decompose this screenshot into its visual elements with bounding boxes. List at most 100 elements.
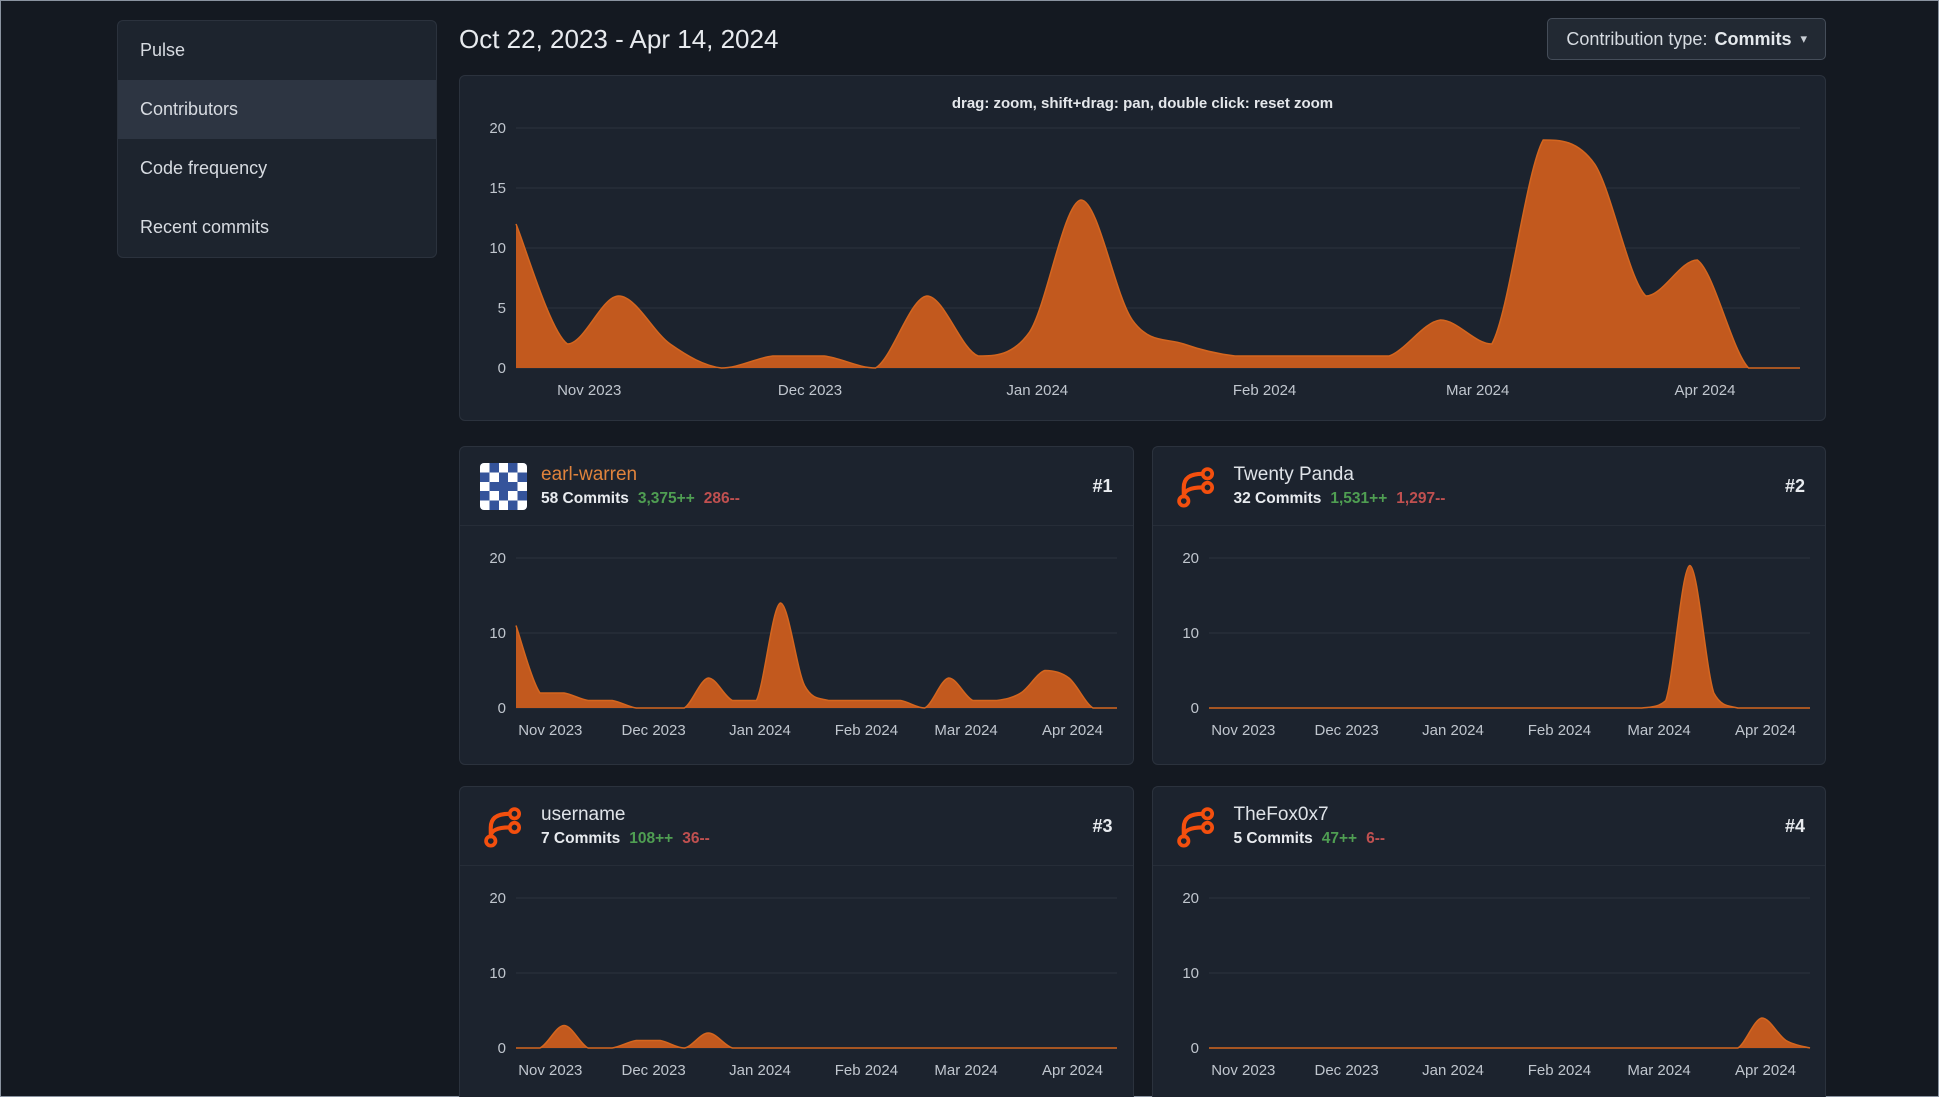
svg-text:Dec 2023: Dec 2023 [1314,1062,1378,1079]
svg-text:Jan 2024: Jan 2024 [1422,722,1484,739]
contributor-identity: Twenty Panda 32 Commits 1,531++ 1,297-- [1234,464,1446,508]
commits-count: 58 Commits [541,490,629,507]
svg-text:Jan 2024: Jan 2024 [729,722,791,739]
svg-text:Feb 2024: Feb 2024 [1233,382,1296,399]
svg-text:5: 5 [498,300,506,317]
svg-text:Mar 2024: Mar 2024 [934,1062,997,1079]
contributor-stats: 58 Commits 3,375++ 286-- [541,490,740,508]
svg-text:10: 10 [489,240,506,257]
contributor-avatar[interactable] [480,803,527,850]
additions-count: 3,375++ [637,490,695,507]
svg-text:Apr 2024: Apr 2024 [1042,1062,1103,1079]
nav-item-contributors[interactable]: Contributors [118,80,436,139]
date-range-title: Oct 22, 2023 - Apr 14, 2024 [459,23,779,54]
contributor-card-header: TheFox0x7 5 Commits 47++ 6-- #4 [1152,787,1825,866]
contributor-avatar[interactable] [480,462,527,510]
contributor-name: Twenty Panda [1233,464,1354,485]
svg-text:20: 20 [489,890,506,907]
main-content: Oct 22, 2023 - Apr 14, 2024 Contribution… [459,1,1826,1097]
svg-text:Mar 2024: Mar 2024 [1627,1062,1690,1079]
contributor-name: TheFox0x7 [1233,804,1329,825]
svg-text:Mar 2024: Mar 2024 [934,722,997,739]
rank-badge: #1 [1092,475,1113,496]
contributor-avatar[interactable] [1173,463,1220,510]
additions-count: 108++ [629,830,674,847]
svg-text:Feb 2024: Feb 2024 [1527,1062,1590,1079]
contributor-avatar[interactable] [1173,803,1220,850]
overall-activity-chart[interactable]: 0 5 10 15 20 Nov 2023 Dec 2023 Jan 2024 Feb 2024… [460,120,1825,420]
contributor-activity-chart[interactable]: 0 10 20 Nov 2023 Dec 2023 Jan 2024 Feb 2024 Mar… [460,526,1133,763]
chevron-down-icon: ▾ [1800,31,1807,46]
contributor-card: earl-warren 58 Commits 3,375++ 286-- #1 … [459,446,1134,765]
svg-text:Jan 2024: Jan 2024 [729,1062,791,1079]
svg-text:Feb 2024: Feb 2024 [835,722,898,739]
nav-item-pulse[interactable]: Pulse [118,21,436,80]
contributor-name: username [541,804,626,825]
contributor-activity-chart[interactable]: 0 10 20 Nov 2023 Dec 2023 Jan 2024 Feb 2024 Mar… [460,866,1133,1097]
contribution-type-dropdown[interactable]: Contribution type: Commits ▾ [1547,18,1826,60]
svg-text:10: 10 [489,965,506,982]
deletions-count: 1,297-- [1396,490,1446,507]
contributor-activity-chart[interactable]: 0 10 20 Nov 2023 Dec 2023 Jan 2024 Feb 2024 Mar… [1153,866,1826,1097]
svg-text:20: 20 [1182,890,1199,907]
chart-zoom-hint: drag: zoom, shift+drag: pan, double clic… [951,94,1334,112]
commits-count: 5 Commits [1233,830,1313,847]
nav-item-recent-commits[interactable]: Recent commits [118,198,436,257]
svg-text:Nov 2023: Nov 2023 [518,1062,582,1079]
svg-text:Jan 2024: Jan 2024 [1422,1062,1484,1079]
svg-text:Feb 2024: Feb 2024 [835,1062,898,1079]
svg-text:10: 10 [1182,625,1199,642]
svg-text:20: 20 [1182,550,1199,567]
contributor-card: username 7 Commits 108++ 36-- #3 0 10 20 No… [459,786,1134,1097]
repo-activity-contributors-page: Pulse Contributors Code frequency Recent… [0,0,1939,1097]
contributor-identity: username 7 Commits 108++ 36-- [541,804,710,848]
activity-nav: Pulse Contributors Code frequency Recent… [117,20,437,258]
svg-text:Dec 2023: Dec 2023 [621,1062,685,1079]
svg-text:0: 0 [498,1040,506,1057]
contributor-identity: TheFox0x7 5 Commits 47++ 6-- [1234,804,1386,848]
svg-text:0: 0 [498,360,506,377]
contributor-card-header: Twenty Panda 32 Commits 1,531++ 1,297-- … [1152,447,1825,526]
svg-text:Dec 2023: Dec 2023 [621,722,685,739]
additions-count: 1,531++ [1330,490,1388,507]
contributor-card: Twenty Panda 32 Commits 1,531++ 1,297-- … [1151,446,1826,765]
contributor-card-header: username 7 Commits 108++ 36-- #3 [460,787,1133,866]
svg-text:Nov 2023: Nov 2023 [557,382,621,399]
svg-text:10: 10 [1182,965,1199,982]
deletions-count: 286-- [703,490,740,507]
svg-text:0: 0 [1190,700,1198,717]
contributor-cards-grid: earl-warren 58 Commits 3,375++ 286-- #1 … [459,446,1826,1097]
contribution-type-label: Contribution type: [1566,28,1708,49]
svg-text:10: 10 [489,625,506,642]
commits-count: 7 Commits [541,830,621,847]
svg-text:Mar 2024: Mar 2024 [1446,382,1509,399]
additions-count: 47++ [1321,830,1358,847]
svg-text:20: 20 [489,122,506,137]
contributor-identity: earl-warren 58 Commits 3,375++ 286-- [541,464,740,508]
svg-text:Apr 2024: Apr 2024 [1735,1062,1796,1079]
contributor-card: TheFox0x7 5 Commits 47++ 6-- #4 0 10 20 Nov… [1151,786,1826,1097]
overall-activity-card: drag: zoom, shift+drag: pan, double clic… [459,75,1826,421]
svg-text:0: 0 [1190,1040,1198,1057]
svg-text:Apr 2024: Apr 2024 [1675,382,1736,399]
svg-text:Nov 2023: Nov 2023 [1211,1062,1275,1079]
commits-count: 32 Commits [1233,490,1322,507]
svg-text:Nov 2023: Nov 2023 [1211,722,1275,739]
svg-text:Apr 2024: Apr 2024 [1042,722,1103,739]
page-header: Oct 22, 2023 - Apr 14, 2024 Contribution… [459,18,1826,60]
deletions-count: 36-- [682,830,710,847]
svg-text:Jan 2024: Jan 2024 [1006,382,1068,399]
contributor-activity-chart[interactable]: 0 10 20 Nov 2023 Dec 2023 Jan 2024 Feb 2024 Mar… [1153,526,1826,763]
contributor-stats: 5 Commits 47++ 6-- [1234,830,1386,848]
contributor-name[interactable]: earl-warren [541,464,637,485]
contributor-stats: 7 Commits 108++ 36-- [541,830,710,848]
svg-text:Dec 2023: Dec 2023 [1314,722,1378,739]
contributor-card-header: earl-warren 58 Commits 3,375++ 286-- #1 [460,447,1133,526]
rank-badge: #2 [1784,475,1805,496]
svg-text:Feb 2024: Feb 2024 [1527,722,1590,739]
nav-item-code-frequency[interactable]: Code frequency [118,139,436,198]
svg-text:Nov 2023: Nov 2023 [518,722,582,739]
svg-text:0: 0 [498,700,506,717]
rank-badge: #3 [1092,815,1113,836]
contribution-type-value: Commits [1714,28,1792,49]
